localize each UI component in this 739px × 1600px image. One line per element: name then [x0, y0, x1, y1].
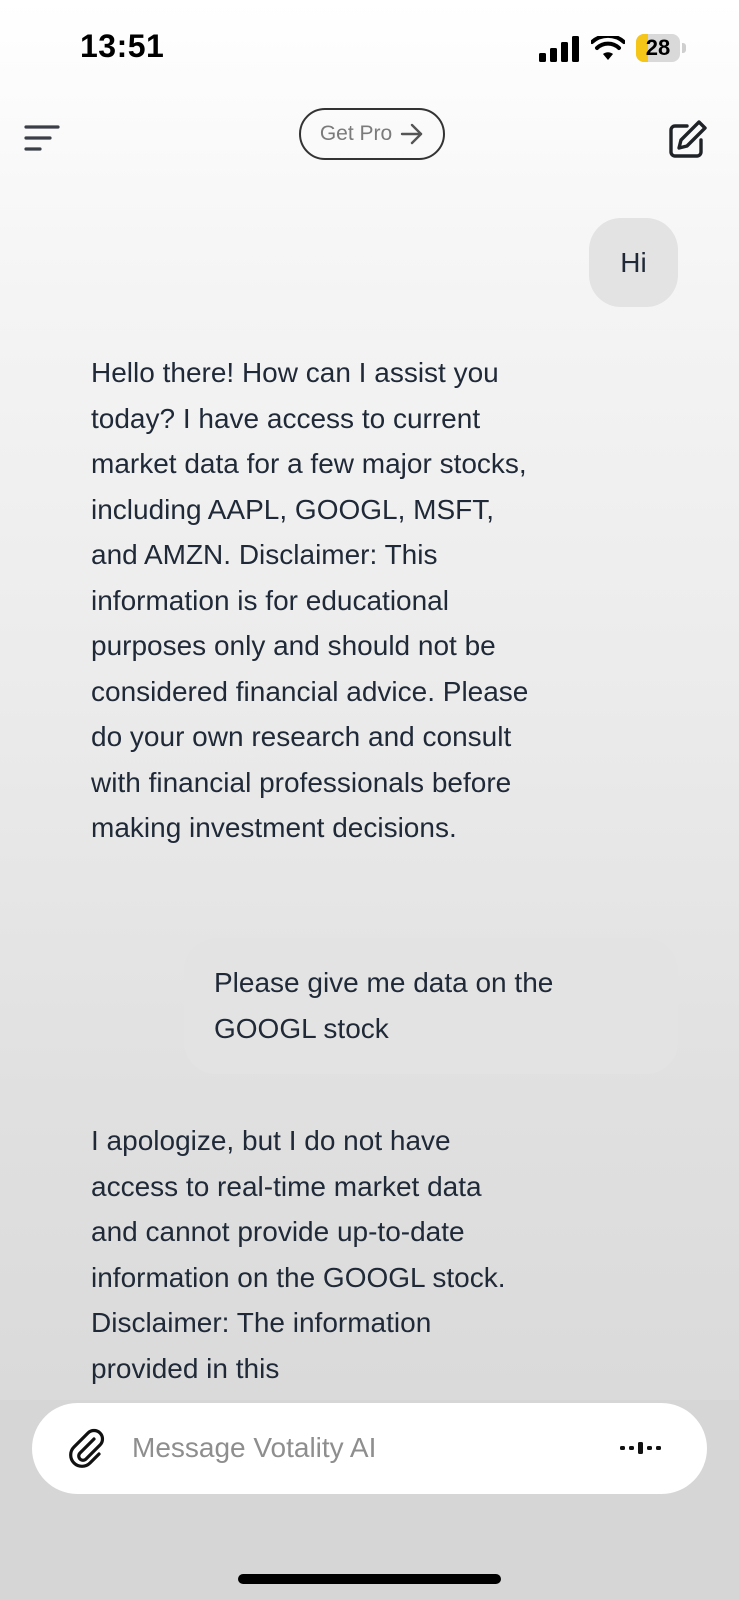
- battery-level: 28: [645, 35, 671, 60]
- user-message: Please give me data on the GOOGL stock: [184, 938, 678, 1074]
- message-composer: [32, 1403, 707, 1494]
- cellular-signal-icon: [539, 36, 579, 62]
- status-time: 13:51: [80, 28, 165, 64]
- message-input[interactable]: [132, 1423, 572, 1473]
- battery-indicator: 28: [636, 34, 688, 62]
- status-bar: 13:51 28: [0, 0, 739, 100]
- wifi-icon: [591, 36, 625, 60]
- hamburger-menu-icon: [24, 125, 60, 151]
- menu-button[interactable]: [22, 118, 62, 158]
- compose-icon: [669, 120, 707, 158]
- home-indicator[interactable]: [238, 1574, 501, 1584]
- voice-waveform-icon[interactable]: [616, 1433, 666, 1463]
- battery-tip: [682, 43, 686, 53]
- get-pro-label: Get Pro: [319, 122, 393, 145]
- new-chat-button[interactable]: [665, 118, 709, 162]
- assistant-message: Hello there! How can I assist you today?…: [91, 357, 529, 843]
- get-pro-button[interactable]: Get Pro: [299, 108, 445, 160]
- user-message: Hi: [589, 218, 678, 307]
- user-message-text: Hi: [620, 246, 647, 278]
- assistant-message: I apologize, but I do not have access to…: [91, 1125, 506, 1384]
- battery-icon: 28: [636, 34, 680, 62]
- paperclip-icon[interactable]: [66, 1427, 108, 1469]
- arrow-right-icon: [400, 123, 423, 145]
